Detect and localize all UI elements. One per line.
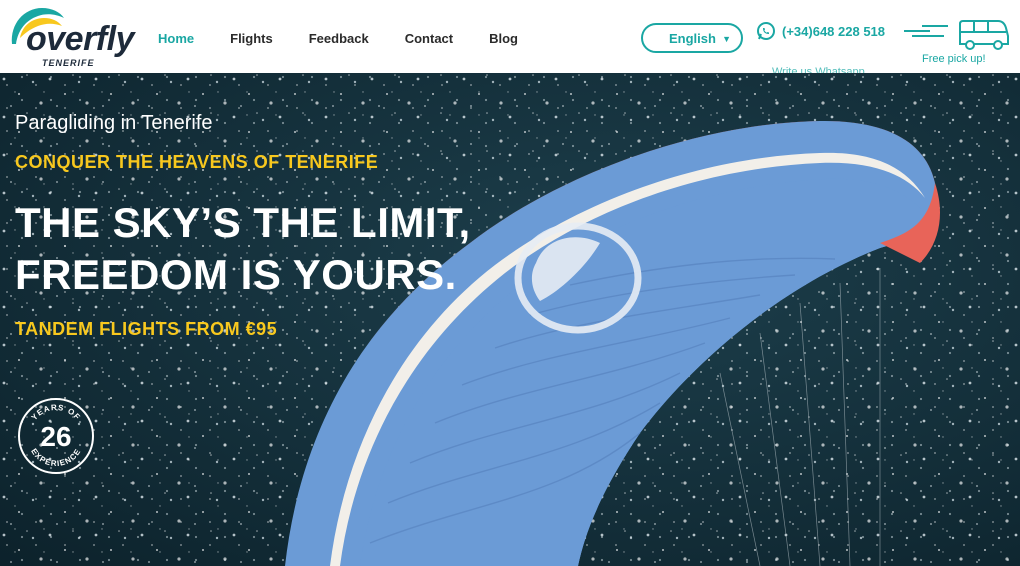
language-selected: English xyxy=(669,30,716,46)
nav-home[interactable]: Home xyxy=(158,31,194,46)
nav-flights[interactable]: Flights xyxy=(230,31,273,46)
hero-title-line-2: FREEDOM IS YOURS. xyxy=(15,251,457,298)
hero-title: THE SKY’S THE LIMIT, FREEDOM IS YOURS. xyxy=(15,197,471,301)
brand-name: overfly xyxy=(26,20,135,58)
badge-number: 26 xyxy=(40,421,71,452)
experience-badge: YEARS OF EXPERIENCE 26 xyxy=(16,396,96,476)
free-pickup[interactable]: Free pick up! xyxy=(904,18,1012,66)
language-select[interactable]: English ▼ xyxy=(641,23,743,53)
hero-price: TANDEM FLIGHTS FROM €95 xyxy=(15,319,278,339)
chevron-down-icon: ▼ xyxy=(722,34,731,44)
nav-blog[interactable]: Blog xyxy=(489,31,518,46)
main-nav: Home Flights Feedback Contact Blog xyxy=(158,31,554,46)
hero-section: Paragliding in Tenerife CONQUER THE HEAV… xyxy=(0,73,1020,566)
hero-title-line-1: THE SKY’S THE LIMIT, xyxy=(15,199,471,246)
hero-tagline: CONQUER THE HEAVENS OF TENERIFE xyxy=(15,152,379,172)
badge-top-text: YEARS OF xyxy=(30,403,83,422)
van-icon xyxy=(904,20,1009,50)
whatsapp-icon xyxy=(757,22,775,40)
experience-badge-graphic: YEARS OF EXPERIENCE 26 xyxy=(18,398,94,474)
phone-link[interactable]: (+34)648 228 518 xyxy=(756,21,885,41)
free-pickup-label: Free pick up! xyxy=(922,53,986,65)
nav-contact[interactable]: Contact xyxy=(405,31,453,46)
brand-subtitle: TENERIFE xyxy=(42,58,95,68)
nav-feedback[interactable]: Feedback xyxy=(309,31,369,46)
phone-number: (+34)648 228 518 xyxy=(782,23,886,39)
brand-logo[interactable]: overfly TENERIFE xyxy=(6,4,146,70)
hero-kicker: Paragliding in Tenerife xyxy=(15,112,213,134)
site-header: overfly TENERIFE Home Flights Feedback C… xyxy=(0,0,1020,78)
